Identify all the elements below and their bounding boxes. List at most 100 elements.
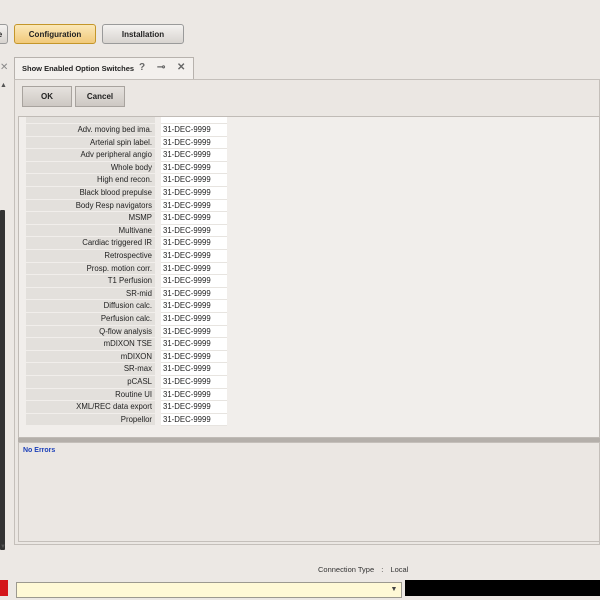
option-expiry: 31-DEC-9999 xyxy=(161,212,227,225)
option-expiry: 31-DEC-9999 xyxy=(161,149,227,162)
configuration-button[interactable]: Configuration xyxy=(14,24,96,44)
command-combobox[interactable]: ▼ xyxy=(16,582,402,598)
connection-separator: : xyxy=(381,565,384,574)
table-row[interactable]: SR-mid 31-DEC-9999 xyxy=(26,287,227,301)
chevron-down-icon[interactable]: ▼ xyxy=(388,584,400,596)
ok-label: OK xyxy=(41,92,53,101)
option-name xyxy=(26,117,155,124)
installation-button[interactable]: Installation xyxy=(102,24,184,44)
table-row[interactable]: T1 Perfusion 31-DEC-9999 xyxy=(26,275,227,288)
option-expiry: 31-DEC-9999 xyxy=(161,124,227,137)
table-row[interactable]: Routine UI 31-DEC-9999 xyxy=(26,388,227,402)
connection-type-value: Local xyxy=(390,565,409,574)
option-name: Whole body xyxy=(26,161,155,175)
cancel-button[interactable]: Cancel xyxy=(75,86,125,107)
option-name: Prosp. motion corr. xyxy=(26,262,155,276)
option-expiry: 31-DEC-9999 xyxy=(161,363,227,376)
status-message: No Errors xyxy=(23,447,56,454)
option-expiry: 31-DEC-9999 xyxy=(161,287,227,301)
option-name: Body Resp navigators xyxy=(26,199,155,213)
connection-type-label: Connection Type xyxy=(318,565,375,574)
option-expiry: 31-DEC-9999 xyxy=(161,161,227,175)
option-expiry: 31-DEC-9999 xyxy=(161,313,227,326)
option-expiry: 31-DEC-9999 xyxy=(161,388,227,402)
tab-show-enabled-option-switches[interactable]: Show Enabled Option Switches ? ⊸ ✕ xyxy=(14,57,194,79)
ok-button[interactable]: OK xyxy=(22,86,72,107)
option-name: Black blood prepulse xyxy=(26,187,155,200)
option-name: Routine UI xyxy=(26,388,155,402)
table-row[interactable]: Adv peripheral angio 31-DEC-9999 xyxy=(26,149,227,162)
table-row[interactable]: Prosp. motion corr. 31-DEC-9999 xyxy=(26,262,227,276)
table-row[interactable]: Arterial spin label. 31-DEC-9999 xyxy=(26,136,227,150)
option-name: Arterial spin label. xyxy=(26,136,155,150)
previous-tab-label: e xyxy=(0,30,2,39)
option-name: Cardiac triggered IR xyxy=(26,237,155,250)
configuration-label: Configuration xyxy=(28,29,82,39)
option-expiry: 31-DEC-9999 xyxy=(161,136,227,150)
help-icon[interactable]: ? xyxy=(139,62,145,73)
table-row[interactable]: Multivane 31-DEC-9999 xyxy=(26,224,227,238)
table-row[interactable]: mDIXON TSE 31-DEC-9999 xyxy=(26,338,227,351)
option-expiry: 31-DEC-9999 xyxy=(161,300,227,313)
close-tab-icon[interactable]: ✕ xyxy=(177,62,185,73)
pin-icon[interactable]: ⊸ xyxy=(157,62,165,73)
option-name: SR-max xyxy=(26,363,155,376)
left-panel-pin-icon[interactable]: ▲ xyxy=(0,82,7,89)
table-row[interactable]: Whole body 31-DEC-9999 xyxy=(26,161,227,175)
table-row[interactable]: Adv. moving bed ima. 31-DEC-9999 xyxy=(26,124,227,137)
option-expiry: 31-DEC-9999 xyxy=(161,325,227,339)
table-row[interactable]: XML/REC data export 31-DEC-9999 xyxy=(26,401,227,414)
table-row[interactable]: Diffusion calc. 31-DEC-9999 xyxy=(26,300,227,313)
left-panel-scrollbar[interactable] xyxy=(0,210,5,550)
table-row[interactable]: High end recon. 31-DEC-9999 xyxy=(26,174,227,187)
table-row[interactable]: Q-flow analysis 31-DEC-9999 xyxy=(26,325,227,339)
option-name: pCASL xyxy=(26,376,155,389)
option-name: Retrospective xyxy=(26,250,155,263)
left-scroll-down-icon[interactable]: ▼ xyxy=(0,544,6,550)
option-expiry: 31-DEC-9999 xyxy=(161,224,227,238)
option-name: mDIXON TSE xyxy=(26,338,155,351)
table-row[interactable]: pCASL 31-DEC-9999 xyxy=(26,376,227,389)
option-name: SR-mid xyxy=(26,287,155,301)
tab-title: Show Enabled Option Switches xyxy=(22,64,135,73)
option-expiry: 31-DEC-9999 xyxy=(161,199,227,213)
option-name: Adv. moving bed ima. xyxy=(26,124,155,137)
option-expiry: 31-DEC-9999 xyxy=(161,338,227,351)
option-name: mDIXON xyxy=(26,350,155,364)
table-row[interactable]: Propellor 31-DEC-9999 xyxy=(26,413,227,427)
left-panel-close-icon[interactable]: ✕ xyxy=(0,62,8,73)
connection-status: Connection Type : Local xyxy=(318,565,408,574)
system-status-bar xyxy=(405,580,600,596)
table-row[interactable]: SR-max 31-DEC-9999 xyxy=(26,363,227,376)
option-expiry: 31-DEC-9999 xyxy=(161,174,227,187)
option-expiry xyxy=(161,117,227,124)
option-name: Multivane xyxy=(26,224,155,238)
installation-label: Installation xyxy=(121,29,165,39)
cancel-label: Cancel xyxy=(86,92,114,101)
table-row-partial xyxy=(26,117,227,124)
table-row[interactable]: MSMP 31-DEC-9999 xyxy=(26,212,227,225)
option-name: High end recon. xyxy=(26,174,155,187)
option-name: XML/REC data export xyxy=(26,401,155,414)
option-expiry: 31-DEC-9999 xyxy=(161,187,227,200)
option-name: Perfusion calc. xyxy=(26,313,155,326)
option-name: Diffusion calc. xyxy=(26,300,155,313)
table-row[interactable]: mDIXON 31-DEC-9999 xyxy=(26,350,227,364)
option-name: T1 Perfusion xyxy=(26,275,155,288)
option-name: Q-flow analysis xyxy=(26,325,155,339)
option-name: Adv peripheral angio xyxy=(26,149,155,162)
table-row[interactable]: Perfusion calc. 31-DEC-9999 xyxy=(26,313,227,326)
option-expiry: 31-DEC-9999 xyxy=(161,413,227,427)
table-row[interactable]: Cardiac triggered IR 31-DEC-9999 xyxy=(26,237,227,250)
option-name: MSMP xyxy=(26,212,155,225)
table-row[interactable]: Retrospective 31-DEC-9999 xyxy=(26,250,227,263)
table-row[interactable]: Black blood prepulse 31-DEC-9999 xyxy=(26,187,227,200)
option-expiry: 31-DEC-9999 xyxy=(161,275,227,288)
option-name: Propellor xyxy=(26,413,155,427)
option-expiry: 31-DEC-9999 xyxy=(161,401,227,414)
message-area: No Errors xyxy=(18,442,600,542)
option-expiry: 31-DEC-9999 xyxy=(161,350,227,364)
previous-tab-button[interactable]: e xyxy=(0,24,8,44)
option-switch-table[interactable]: Adv. moving bed ima. 31-DEC-9999 Arterial … xyxy=(18,116,600,438)
table-row[interactable]: Body Resp navigators 31-DEC-9999 xyxy=(26,199,227,213)
